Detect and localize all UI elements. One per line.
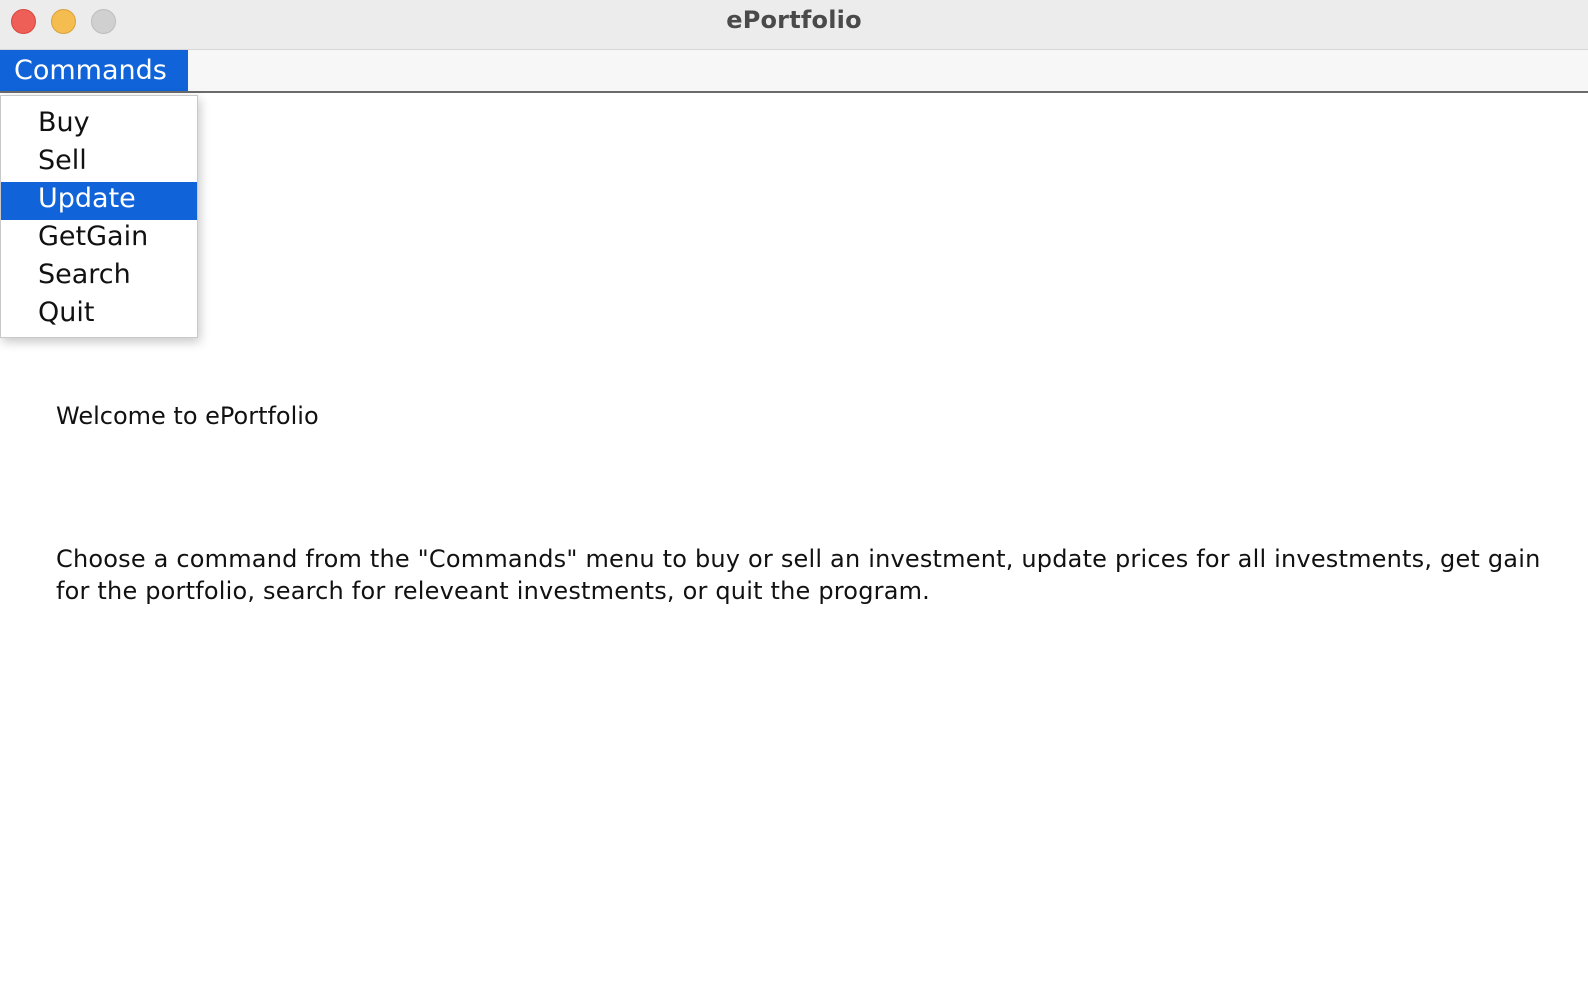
- instructions-text: Choose a command from the "Commands" men…: [56, 545, 1541, 605]
- menu-item-getgain[interactable]: GetGain: [1, 220, 197, 258]
- commands-menu[interactable]: Commands: [0, 50, 188, 91]
- commands-dropdown: Buy Sell Update GetGain Search Quit: [0, 95, 198, 338]
- window-title: ePortfolio: [726, 6, 862, 34]
- title-bar: ePortfolio: [0, 0, 1588, 50]
- menu-item-sell[interactable]: Sell: [1, 144, 197, 182]
- app-window: ePortfolio Commands Buy Sell Update GetG…: [0, 0, 1588, 988]
- welcome-message: Welcome to ePortfolio: [56, 402, 319, 430]
- menu-bar: Commands: [0, 50, 1588, 93]
- menu-item-update[interactable]: Update: [1, 182, 197, 220]
- menu-item-search[interactable]: Search: [1, 258, 197, 296]
- menu-item-buy[interactable]: Buy: [1, 106, 197, 144]
- menu-item-quit[interactable]: Quit: [1, 296, 197, 334]
